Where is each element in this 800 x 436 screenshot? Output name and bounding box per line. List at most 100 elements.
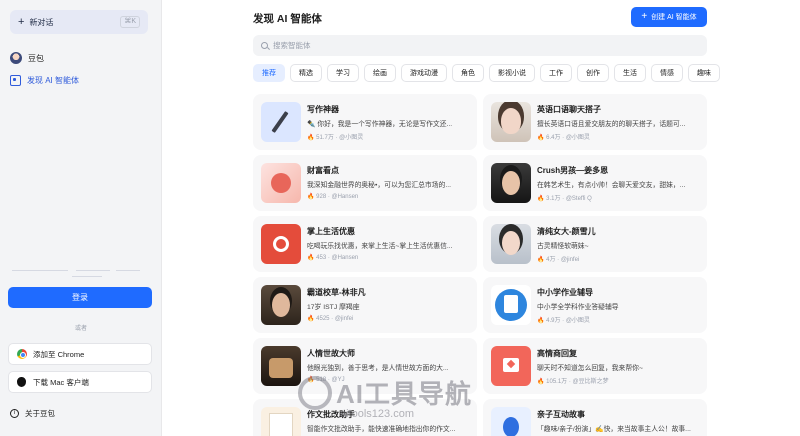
download-mac-button[interactable]: 下载 Mac 客户端	[8, 371, 152, 393]
agent-description: ✒️ 你好，我是一个写作神器，无论是写作文还...	[307, 121, 453, 128]
heart-message-icon	[491, 346, 531, 386]
agent-description: 擅长英语口语且爱交朋友的的聊天搭子，话题可...	[537, 121, 686, 128]
agent-name: 亲子互动故事	[537, 410, 585, 419]
category-tabs: 推荐 精选 学习 绘画 游戏动漫 角色 影视小说 工作 创作 生活 情感 趣味	[253, 64, 725, 82]
agent-name: 霸道校草-林非凡	[307, 288, 366, 297]
agent-meta: 🔥 4525 · @jinfei	[307, 316, 354, 322]
agent-meta: 🔥 51.7万 · @小图灵	[307, 135, 364, 141]
agent-count: 3.1万	[546, 196, 561, 202]
avatar	[261, 285, 301, 325]
tab-recommended[interactable]: 推荐	[253, 64, 285, 82]
avatar	[261, 346, 301, 386]
about-link[interactable]: i 关于豆包	[10, 408, 55, 419]
sidebar-item-label: 发现 AI 智能体	[27, 76, 80, 85]
agent-author: @豆比斯之梦	[572, 379, 609, 385]
agent-name: 高情商回复	[537, 349, 577, 358]
tab-fun[interactable]: 趣味	[688, 64, 720, 82]
download-mac-label: 下载 Mac 客户端	[33, 377, 89, 387]
agent-meta: 🔥 4万 · @jinfei	[537, 257, 580, 263]
agent-author: @小图灵	[565, 135, 590, 141]
agent-card[interactable]: 霸道校草-林非凡 17岁 ISTJ 摩羯座 🔥 4525 · @jinfei	[253, 277, 477, 333]
agent-name: 清纯女大-颜雪儿	[537, 227, 596, 236]
create-agent-button[interactable]: + 创建 AI 智能体	[631, 7, 707, 27]
agent-name: 人情世故大师	[307, 349, 355, 358]
or-divider: 或者	[74, 326, 87, 332]
homework-icon	[491, 285, 531, 325]
agent-author: @jinfei	[560, 257, 580, 263]
tab-work[interactable]: 工作	[540, 64, 572, 82]
agent-card[interactable]: 掌上生活优惠 吃喝玩乐找优惠，来掌上生活~掌上生活优惠信... 🔥 453 · …	[253, 216, 477, 272]
tab-film-novel[interactable]: 影视小说	[489, 64, 535, 82]
agent-description: 17岁 ISTJ 摩羯座	[307, 304, 360, 311]
agent-card[interactable]: 亲子互动故事 「趣味/亲子/扮演」✍️快，来当故事主人公！故事...	[483, 399, 707, 436]
apple-icon	[17, 377, 26, 387]
agent-card[interactable]: 作文批改助手 智能作文批改助手，能快速准确地指出你的作文...	[253, 399, 477, 436]
wealth-icon	[261, 163, 301, 203]
agent-author: @jinfei	[334, 316, 354, 322]
agent-name: 中小学作业辅导	[537, 288, 593, 297]
main-content: 发现 AI 智能体 + 创建 AI 智能体 推荐 精选 学习 绘画 游戏动漫 角…	[162, 0, 800, 436]
agent-count: 4万	[546, 257, 556, 263]
agent-description: 智能作文批改助手，能快速准确地指出你的作文...	[307, 426, 456, 433]
agent-meta: 🔥 928 · @Hansen	[307, 194, 359, 200]
agent-description: 我深知金融世界的奥秘•，可以为您汇总市场的...	[307, 182, 451, 189]
agent-card[interactable]: 写作神器 ✒️ 你好，我是一个写作神器，无论是写作文还... 🔥 51.7万 ·…	[253, 94, 477, 150]
chrome-icon	[17, 349, 27, 359]
login-button[interactable]: 登录	[8, 287, 152, 308]
agent-name: Crush男孩—姜多恩	[537, 166, 609, 175]
agent-card[interactable]: 英语口语聊天搭子 擅长英语口语且爱交朋友的的聊天搭子，话题可... 🔥 6.4万…	[483, 94, 707, 150]
agent-count: 6.4万	[546, 135, 561, 141]
agent-card[interactable]: 清纯女大-颜雪儿 古灵精怪软萌妹~ 🔥 4万 · @jinfei	[483, 216, 707, 272]
agent-description: 在韩艺术生，有点小帅！会聊天爱交友，甜妹，...	[537, 182, 686, 189]
agent-card[interactable]: 中小学作业辅导 中小学全学科作业答疑辅导 🔥 4.9万 · @小图灵	[483, 277, 707, 333]
sidebar-item-label: 豆包	[28, 53, 44, 63]
tab-creation[interactable]: 创作	[577, 64, 609, 82]
agent-author: @Steffi Q	[565, 196, 592, 202]
agent-count: 453	[316, 255, 327, 261]
doubao-avatar-icon	[10, 52, 22, 64]
agent-card[interactable]: Crush男孩—姜多恩 在韩艺术生，有点小帅！会聊天爱交友，甜妹，... 🔥 3…	[483, 155, 707, 211]
agent-description: 吃喝玩乐找优惠，来掌上生活~掌上生活优惠信...	[307, 243, 453, 250]
avatar	[491, 224, 531, 264]
tab-study[interactable]: 学习	[327, 64, 359, 82]
add-to-chrome-button[interactable]: 添加至 Chrome	[8, 343, 152, 365]
agent-card[interactable]: 人情世故大师 他眼光独到，善于思考，是人情世故方面的大... 🔥 518 · @…	[253, 338, 477, 394]
search-input[interactable]	[273, 41, 693, 50]
pen-icon	[261, 102, 301, 142]
plus-icon: +	[18, 15, 25, 28]
tab-games-anime[interactable]: 游戏动漫	[401, 64, 447, 82]
tab-featured[interactable]: 精选	[290, 64, 322, 82]
new-chat-button[interactable]: + 新对话 ⌘K	[10, 10, 148, 34]
tab-characters[interactable]: 角色	[452, 64, 484, 82]
agent-name: 财富看点	[307, 166, 339, 175]
agent-card[interactable]: 高情商回复 聊天时不知道怎么回复，我来帮你~ 🔥 105.1万 · @豆比斯之梦	[483, 338, 707, 394]
tab-emotion[interactable]: 情感	[651, 64, 683, 82]
tab-drawing[interactable]: 绘画	[364, 64, 396, 82]
avatar	[491, 102, 531, 142]
agent-description: 「趣味/亲子/扮演」✍️快，来当故事主人公！故事...	[537, 426, 691, 433]
agent-count: 51.7万	[316, 135, 334, 141]
agent-name: 掌上生活优惠	[307, 227, 355, 236]
agent-description: 古灵精怪软萌妹~	[537, 243, 589, 250]
sidebar-item-doubao[interactable]: 豆包	[10, 52, 44, 64]
agent-description: 中小学全学科作业答疑辅导	[537, 304, 619, 311]
tab-life[interactable]: 生活	[614, 64, 646, 82]
create-agent-label: 创建 AI 智能体	[651, 14, 697, 21]
agent-author: @YJ	[331, 377, 345, 383]
agent-card[interactable]: 财富看点 我深知金融世界的奥秘•，可以为您汇总市场的... 🔥 928 · @H…	[253, 155, 477, 211]
add-to-chrome-label: 添加至 Chrome	[33, 349, 85, 359]
search-bar[interactable]	[253, 35, 707, 56]
new-chat-label: 新对话	[29, 17, 54, 27]
shortcut-hint: ⌘K	[120, 16, 140, 28]
agent-count: 928	[316, 194, 327, 200]
agent-author: @小图灵	[565, 318, 590, 324]
agent-name: 写作神器	[307, 105, 339, 114]
agent-count: 105.1万	[546, 379, 568, 385]
search-icon	[261, 42, 268, 49]
agent-meta: 🔥 6.4万 · @小图灵	[537, 135, 590, 141]
agent-description: 他眼光独到，善于思考，是人情世故方面的大...	[307, 365, 449, 372]
agent-name: 作文批改助手	[307, 410, 355, 419]
agent-count: 518	[316, 377, 327, 383]
info-icon: i	[10, 409, 19, 418]
sidebar-item-discover[interactable]: 发现 AI 智能体	[10, 75, 79, 86]
